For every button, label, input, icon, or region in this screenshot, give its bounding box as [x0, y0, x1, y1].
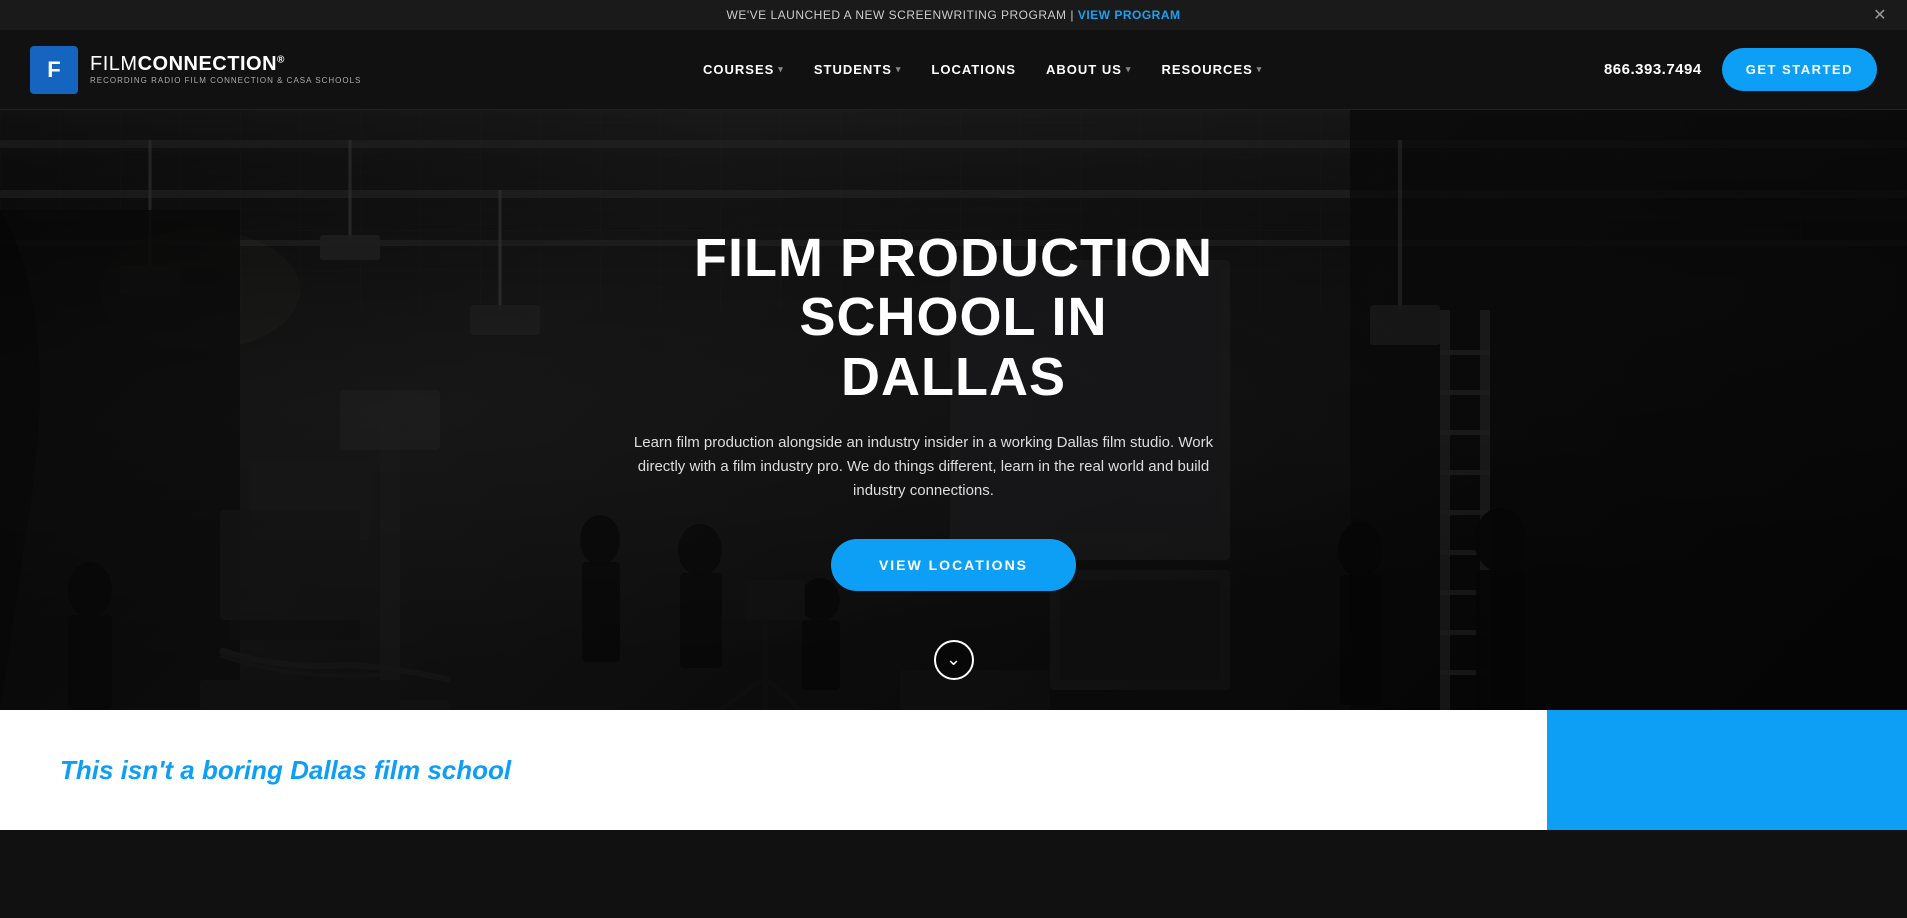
nav-resources[interactable]: RESOURCES ▾ — [1161, 62, 1262, 77]
nav-students[interactable]: STUDENTS ▾ — [814, 62, 902, 77]
nav-courses[interactable]: COURSES ▾ — [703, 62, 784, 77]
announcement-text: WE'VE LAUNCHED A NEW SCREENWRITING PROGR… — [727, 8, 1074, 22]
chevron-down-icon: ▾ — [896, 64, 902, 75]
bottom-tagline: This isn't a boring Dallas film school — [60, 755, 511, 786]
main-nav: COURSES ▾ STUDENTS ▾ LOCATIONS ABOUT US … — [703, 62, 1262, 77]
scroll-down-button[interactable] — [934, 640, 974, 680]
chevron-down-icon: ▾ — [1126, 64, 1132, 75]
logo-icon: F — [30, 46, 78, 94]
chevron-down-icon: ▾ — [778, 64, 784, 75]
bottom-tagline-area: This isn't a boring Dallas film school — [0, 710, 1547, 830]
chevron-down-icon: ▾ — [1257, 64, 1263, 75]
logo-subtitle: RECORDING RADIO FILM CONNECTION & CASA S… — [90, 77, 361, 85]
bottom-image-area — [1547, 710, 1907, 830]
hero-description: Learn film production alongside an indus… — [624, 431, 1224, 503]
bottom-section: This isn't a boring Dallas film school — [0, 710, 1907, 830]
view-locations-button[interactable]: VIEW LOCATIONS — [831, 539, 1076, 591]
nav-about-us[interactable]: ABOUT US ▾ — [1046, 62, 1131, 77]
header: F FILMCONNECTION® RECORDING RADIO FILM C… — [0, 30, 1907, 110]
announcement-bar: WE'VE LAUNCHED A NEW SCREENWRITING PROGR… — [0, 0, 1907, 30]
hero-title: FILM PRODUCTION SCHOOL IN DALLAS — [624, 229, 1284, 407]
nav-locations[interactable]: LOCATIONS — [931, 62, 1016, 77]
close-icon[interactable]: ✕ — [1873, 5, 1887, 25]
hero-content: FILM PRODUCTION SCHOOL IN DALLAS Learn f… — [604, 229, 1304, 591]
logo-name: FILMCONNECTION® — [90, 54, 361, 74]
phone-number: 866.393.7494 — [1604, 61, 1702, 78]
get-started-button[interactable]: GET STARTED — [1722, 48, 1877, 91]
logo[interactable]: F FILMCONNECTION® RECORDING RADIO FILM C… — [30, 46, 361, 94]
hero-section: RAD — [0, 110, 1907, 710]
announcement-link[interactable]: VIEW PROGRAM — [1078, 8, 1181, 22]
header-right: 866.393.7494 GET STARTED — [1604, 48, 1877, 91]
